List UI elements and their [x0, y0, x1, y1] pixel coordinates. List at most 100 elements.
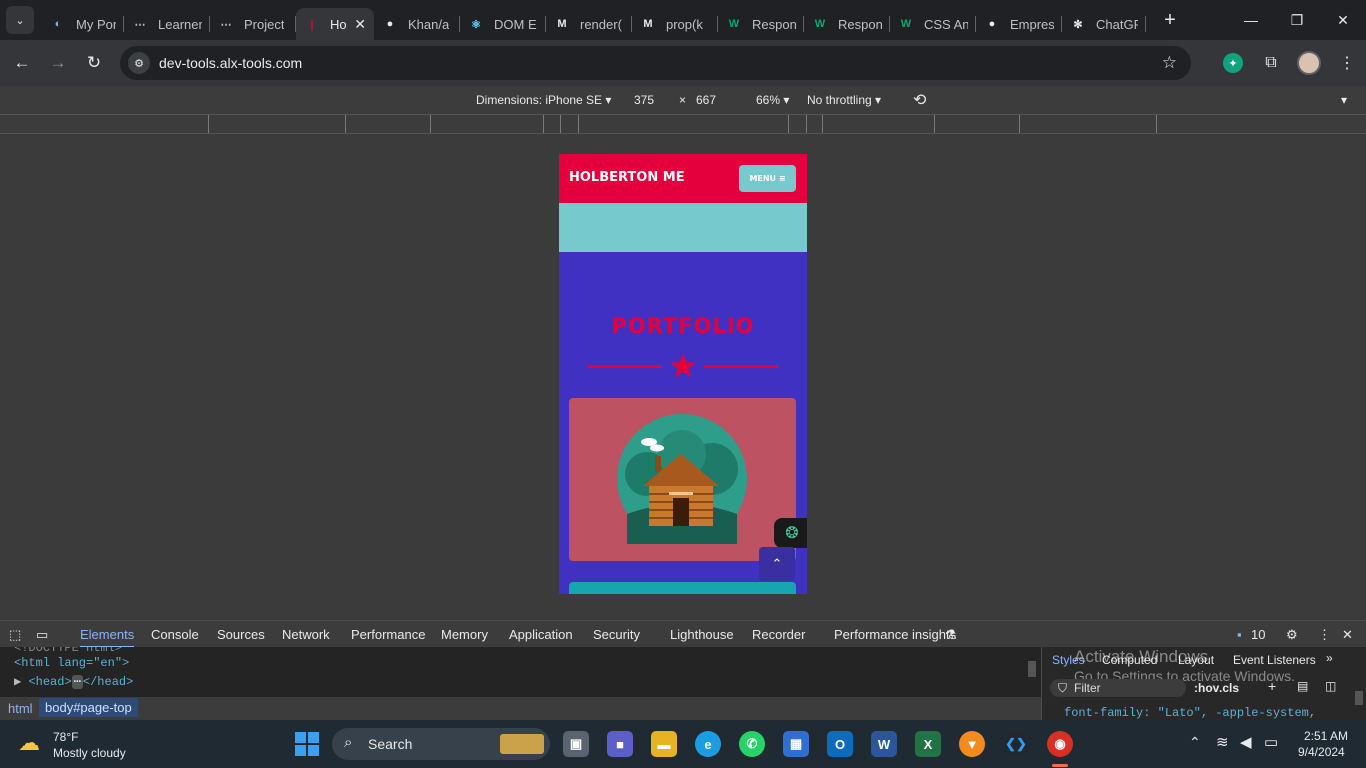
device-toggle-icon[interactable]: ▭ — [36, 627, 48, 643]
browser-tab[interactable]: ⋯ Project — [210, 8, 296, 40]
html-open-tag[interactable]: <html lang="en"> — [14, 656, 129, 670]
device-height-input[interactable]: 667 — [696, 93, 716, 107]
devtools-more-icon[interactable]: ⋮ — [1318, 627, 1331, 643]
tab-memory[interactable]: Memory — [441, 627, 488, 642]
minimize-icon[interactable]: — — [1228, 0, 1274, 40]
tab-lighthouse[interactable]: Lighthouse — [670, 627, 734, 642]
wifi-icon[interactable]: ≋ — [1216, 733, 1229, 751]
expand-triangle-icon[interactable]: ▶ — [14, 675, 21, 689]
tab-performance-insights[interactable]: Performance insights — [834, 627, 956, 642]
tab-security[interactable]: Security — [593, 627, 640, 642]
extensions-puzzle-icon[interactable]: ⧉ — [1252, 54, 1290, 72]
outlook-icon[interactable]: O — [827, 731, 853, 757]
browser-tab[interactable]: ⋯ Learner — [124, 8, 210, 40]
browser-tab[interactable]: W Respon — [804, 8, 890, 40]
reload-icon[interactable]: ↻ — [77, 46, 111, 80]
tab-recorder[interactable]: Recorder — [752, 627, 805, 642]
new-tab-plus-icon[interactable]: + — [1156, 9, 1184, 32]
clock-time[interactable]: 2:51 AM — [1304, 729, 1348, 743]
browser-tab[interactable]: ✻ ChatGP — [1062, 8, 1146, 40]
issues-icon[interactable]: ▪ — [1237, 627, 1242, 642]
battery-icon[interactable]: ▭ — [1264, 733, 1278, 751]
tab-console[interactable]: Console — [151, 627, 199, 642]
file-explorer-icon[interactable]: ▬ — [651, 731, 677, 757]
head-node[interactable]: ▶ <head> ⋯ </head> — [14, 674, 133, 689]
back-arrow-icon[interactable]: ← — [5, 46, 39, 80]
url-text[interactable]: dev-tools.alx-tools.com — [159, 55, 302, 71]
tab-performance[interactable]: Performance — [351, 627, 425, 642]
elements-scrollbar[interactable] — [1028, 661, 1036, 677]
browser-tab[interactable]: Mrender( — [546, 8, 632, 40]
tray-chevron-icon[interactable]: ⌃ — [1189, 734, 1201, 751]
browser-tab[interactable]: W CSS An — [890, 8, 976, 40]
weather-temp[interactable]: 78°F — [53, 730, 78, 744]
hov-toggle[interactable]: :hov — [1194, 681, 1219, 695]
browser-menu-icon[interactable]: ⋮ — [1328, 53, 1366, 73]
address-bar[interactable]: ⚙ dev-tools.alx-tools.com ☆ — [120, 46, 1191, 80]
forward-arrow-icon[interactable]: → — [41, 46, 75, 80]
menu-button[interactable]: MENU ≡ — [739, 165, 796, 192]
task-view-icon[interactable]: ▣ — [563, 731, 589, 757]
vscode-icon[interactable]: ❮❯ — [1003, 731, 1029, 757]
rotate-icon[interactable]: ⟲ — [913, 90, 926, 110]
browser-tab[interactable]: W Respon — [718, 8, 804, 40]
breadcrumb-body[interactable]: body#page-top — [39, 698, 138, 717]
weather-cloud-sun-icon[interactable]: ☁ — [18, 730, 40, 756]
css-declaration[interactable]: font-family: "Lato", -apple-system, — [1064, 706, 1316, 720]
portfolio-item-card[interactable] — [569, 398, 796, 561]
devtools-close-icon[interactable]: ✕ — [1342, 627, 1353, 643]
browser-tab[interactable]: ● Empres — [976, 8, 1062, 40]
profile-avatar[interactable] — [1297, 51, 1321, 75]
site-info-icon[interactable]: ⚙ — [128, 52, 150, 74]
breadcrumb-html[interactable]: html — [8, 701, 33, 716]
browser-tab[interactable]: ⚛ DOM E — [460, 8, 546, 40]
ai-assistant-icon[interactable]: ❂ — [774, 518, 807, 548]
clock-date[interactable]: 9/4/2024 — [1298, 745, 1345, 759]
browser-tab[interactable]: Mprop(k — [632, 8, 718, 40]
start-windows-icon[interactable] — [295, 732, 319, 756]
tab-sources[interactable]: Sources — [217, 627, 265, 642]
edge-icon[interactable]: e — [695, 731, 721, 757]
more-tabs-icon[interactable]: » — [1326, 651, 1333, 665]
cls-toggle[interactable]: .cls — [1219, 681, 1239, 695]
issues-count[interactable]: 10 — [1251, 627, 1265, 642]
device-dimensions-select[interactable]: Dimensions: iPhone SE ▾ — [476, 93, 611, 107]
tab-elements[interactable]: Elements — [80, 627, 135, 648]
zoom-select[interactable]: 66% ▾ — [756, 93, 789, 107]
browser-tab[interactable]: ❘ Ho ✕ — [296, 8, 374, 40]
new-rule-plus-icon[interactable]: + — [1268, 678, 1276, 694]
throttling-select[interactable]: No throttling ▾ — [807, 93, 881, 107]
store-icon[interactable]: ▦ — [783, 731, 809, 757]
chatgpt-extension-icon[interactable]: ✦ — [1223, 53, 1243, 73]
inspect-element-icon[interactable]: ⬚ — [9, 627, 21, 643]
navbar-brand[interactable]: HOLBERTON ME — [569, 170, 685, 185]
excel-icon[interactable]: X — [915, 731, 941, 757]
bookmark-star-icon[interactable]: ☆ — [1162, 53, 1177, 73]
restore-icon[interactable]: ❐ — [1274, 0, 1320, 40]
devtools-settings-gear-icon[interactable]: ⚙ — [1286, 627, 1298, 643]
teams-icon[interactable]: ■ — [607, 731, 633, 757]
whatsapp-icon[interactable]: ✆ — [739, 731, 765, 757]
head-ellipsis[interactable]: ⋯ — [71, 675, 83, 689]
weather-desc[interactable]: Mostly cloudy — [53, 746, 126, 760]
portfolio-item-card-2[interactable] — [569, 582, 796, 594]
device-width-input[interactable]: 375 — [634, 93, 654, 107]
word-icon[interactable]: W — [871, 731, 897, 757]
styles-filter-input[interactable] — [1050, 679, 1186, 697]
doctype-line[interactable]: <!DOCTYPE html> — [14, 647, 122, 655]
tab-network[interactable]: Network — [282, 627, 330, 642]
close-window-icon[interactable]: ✕ — [1320, 0, 1366, 40]
browser-tab[interactable]: ◐ My Por — [42, 8, 124, 40]
paint-icon[interactable]: ▤ — [1297, 679, 1308, 693]
brave-icon[interactable]: ▼ — [959, 731, 985, 757]
tab-application[interactable]: Application — [509, 627, 573, 642]
tab-search-chevron-icon[interactable]: ⌄ — [6, 6, 34, 34]
scroll-to-top-chevron-icon[interactable]: ⌃ — [759, 547, 795, 581]
volume-icon[interactable]: ◀ — [1240, 733, 1252, 751]
device-more-chevron-icon[interactable]: ▾ — [1341, 93, 1347, 107]
styles-scrollbar[interactable] — [1355, 691, 1363, 705]
tab-close-icon[interactable]: ✕ — [354, 16, 366, 33]
sidebar-toggle-icon[interactable]: ◫ — [1325, 679, 1336, 693]
chrome-icon[interactable]: ◉ — [1047, 731, 1073, 757]
browser-tab[interactable]: ● Khan/a — [374, 8, 460, 40]
